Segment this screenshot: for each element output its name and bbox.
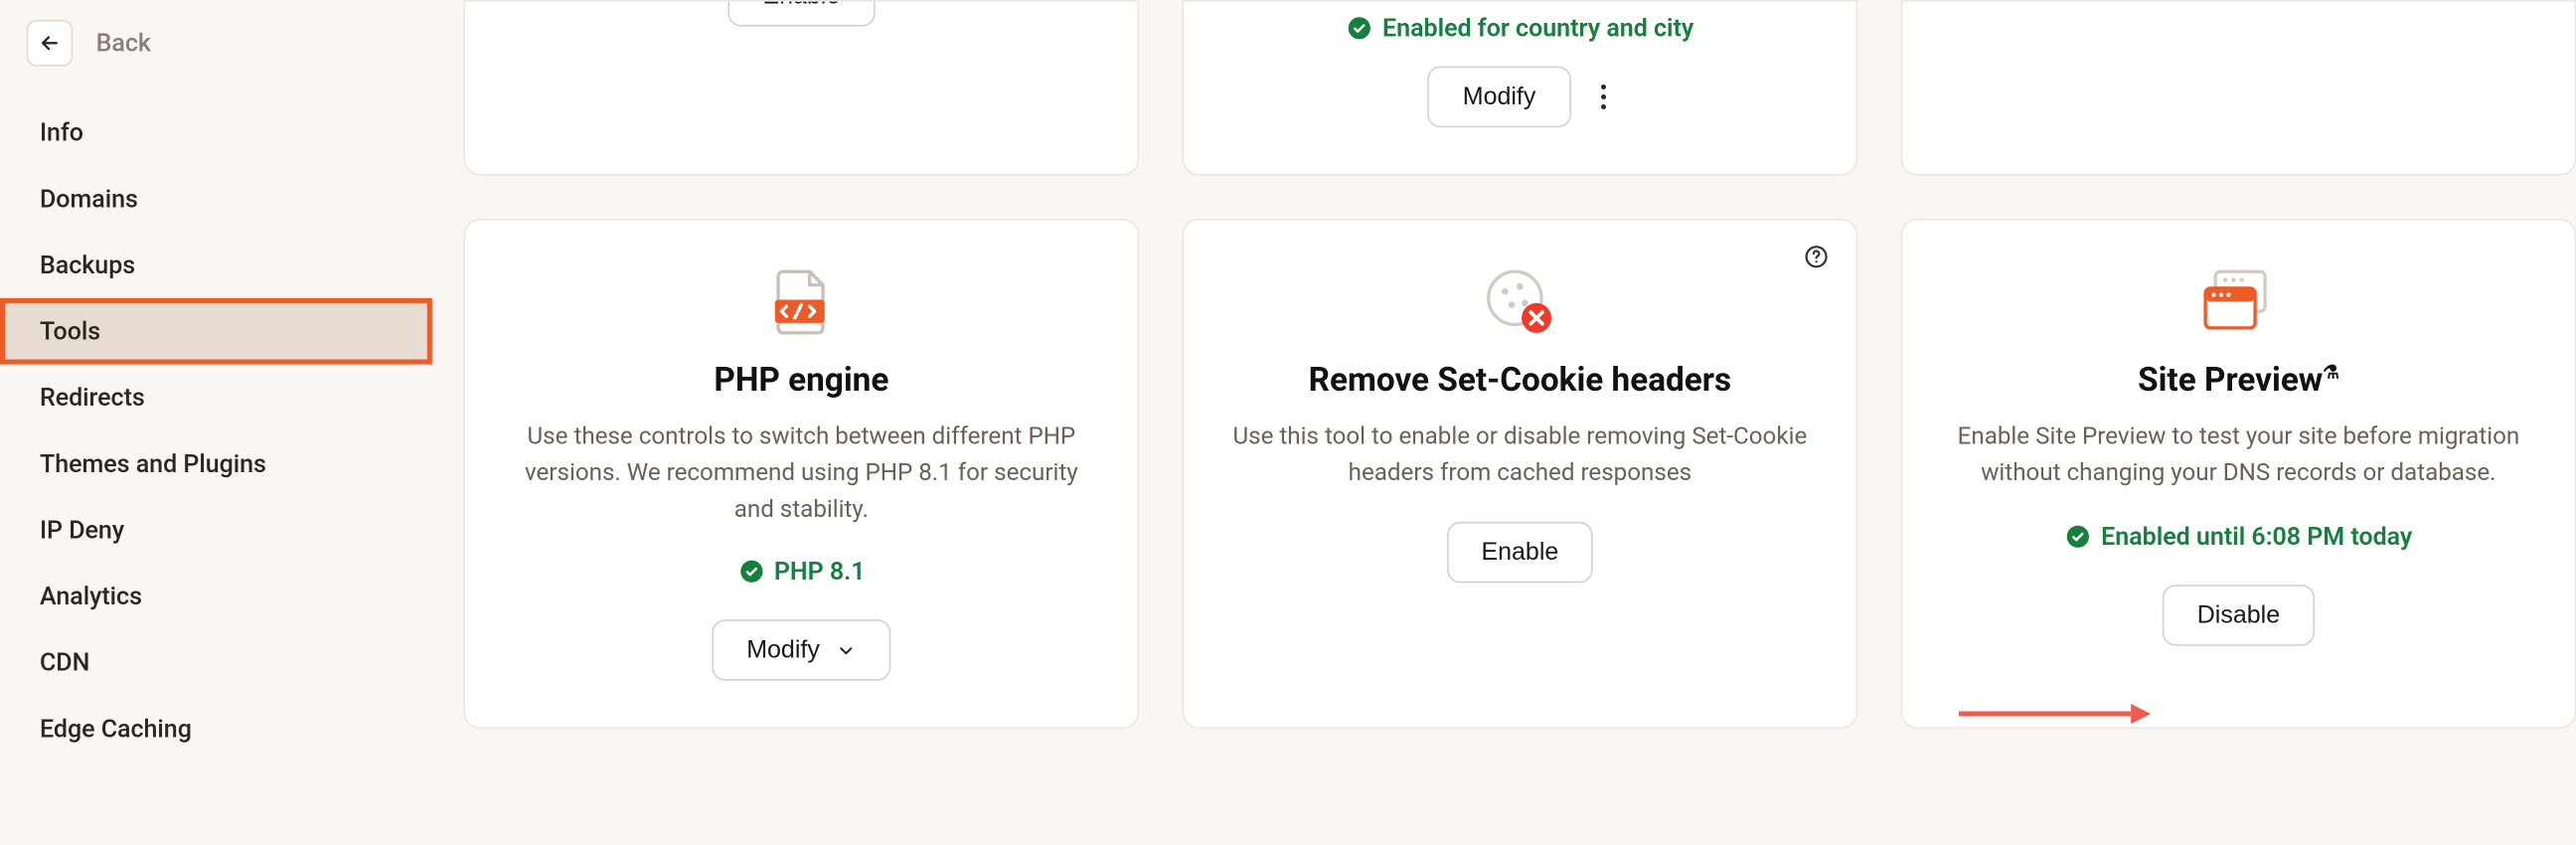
preview-status-text: Enabled until 6:08 PM today (2101, 521, 2412, 551)
site-preview-icon (2198, 266, 2278, 336)
cookie-enable-button[interactable]: Enable (1446, 521, 1593, 583)
back-button[interactable] (27, 20, 74, 67)
check-circle-icon (737, 559, 764, 586)
sidebar-item-themes[interactable]: Themes and Plugins (0, 430, 430, 497)
preview-title: Site Preview⚗ (2138, 360, 2339, 400)
sidebar-item-redirects[interactable]: Redirects (0, 365, 430, 431)
status-text: Enabled for country and city (1382, 13, 1693, 43)
check-circle-icon (1346, 15, 1372, 42)
partial-card-1: Enable (463, 0, 1139, 176)
preview-status: Enabled until 6:08 PM today (2065, 521, 2413, 551)
cookie-title: Remove Set-Cookie headers (1309, 360, 1731, 400)
preview-disable-button[interactable]: Disable (2163, 584, 2315, 645)
sidebar-item-analytics[interactable]: Analytics (0, 563, 430, 629)
check-circle-icon (2065, 523, 2092, 550)
card-php-engine: PHP engine Use these controls to switch … (463, 219, 1139, 730)
card-remove-cookie: Remove Set-Cookie headers Use this tool … (1183, 219, 1858, 730)
php-status: PHP 8.1 (737, 557, 865, 587)
partial-card-3 (1901, 0, 2576, 176)
sidebar-item-info[interactable]: Info (0, 99, 430, 166)
status-geolocation: Enabled for country and city (1346, 13, 1693, 43)
sidebar-item-edgecaching[interactable]: Edge Caching (0, 696, 430, 762)
kebab-menu[interactable] (1594, 78, 1612, 115)
sidebar-item-cdn[interactable]: CDN (0, 629, 430, 696)
main-content: Enable Enabled for country and city Modi… (430, 0, 2576, 845)
sidebar-nav: Info Domains Backups Tools Redirects The… (0, 99, 430, 761)
modify-button-geo[interactable]: Modify (1428, 67, 1571, 128)
back-label: Back (96, 28, 151, 58)
php-title: PHP engine (714, 360, 888, 400)
back-nav: Back (0, 20, 430, 99)
sidebar-item-backups[interactable]: Backups (0, 232, 430, 298)
enable-button-partial[interactable]: Enable (727, 0, 875, 27)
partial-card-2: Enabled for country and city Modify (1183, 0, 1858, 176)
card-site-preview: Site Preview⚗ Enable Site Preview to tes… (1901, 219, 2576, 730)
sidebar: Back Info Domains Backups Tools Redirect… (0, 0, 430, 845)
sidebar-item-tools[interactable]: Tools (0, 298, 432, 365)
php-desc: Use these controls to switch between dif… (505, 419, 1097, 527)
sidebar-item-domains[interactable]: Domains (0, 166, 430, 233)
php-status-text: PHP 8.1 (774, 557, 866, 587)
php-modify-button[interactable]: Modify (712, 620, 890, 682)
help-icon[interactable] (1803, 244, 1830, 270)
sidebar-item-ipdeny[interactable]: IP Deny (0, 497, 430, 564)
chevron-down-icon (836, 640, 856, 660)
php-modify-label: Modify (746, 636, 820, 664)
cookie-desc: Use this tool to enable or disable remov… (1223, 419, 1816, 490)
php-file-icon (771, 266, 831, 336)
beta-flask-icon: ⚗ (2323, 362, 2338, 384)
cookie-remove-icon (1484, 266, 1556, 336)
callout-arrow-icon (1959, 704, 2151, 724)
modify-row: Modify (1428, 67, 1612, 128)
preview-desc: Enable Site Preview to test your site be… (1942, 419, 2534, 490)
back-arrow-icon (38, 32, 61, 55)
